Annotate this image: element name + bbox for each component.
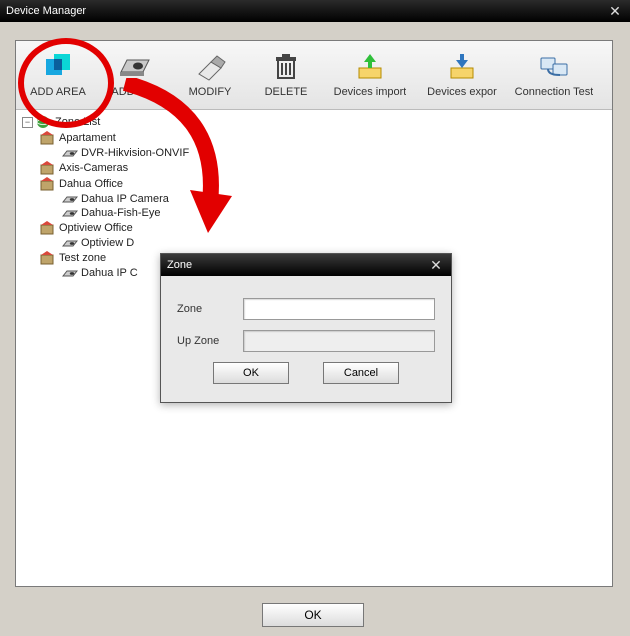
modify-label: MODIFY — [189, 86, 232, 98]
tree-zone-label: Apartament — [59, 132, 116, 144]
devices-import-button[interactable]: Devices import — [324, 43, 416, 107]
device-manager-window: Device Manager ✕ ADD AREA ADD D… — [0, 0, 630, 636]
tree-root[interactable]: − Zone List — [22, 114, 606, 130]
titlebar: Device Manager ✕ — [0, 0, 630, 22]
cancel-button[interactable]: Cancel — [323, 362, 399, 384]
connection-test-button[interactable]: Connection Test — [508, 43, 600, 107]
add-area-button[interactable]: ADD AREA — [20, 43, 96, 107]
zone-icon — [40, 251, 56, 265]
collapse-icon[interactable]: − — [22, 117, 33, 128]
upzone-label: Up Zone — [177, 335, 243, 347]
camera-icon — [62, 267, 78, 279]
modify-button[interactable]: MODIFY — [172, 43, 248, 107]
ok-button[interactable]: OK — [213, 362, 289, 384]
camera-icon — [62, 237, 78, 249]
add-device-button[interactable]: ADD D… — [96, 43, 172, 107]
globe-icon — [36, 115, 52, 129]
zone-icon — [40, 161, 56, 175]
zone-dialog-titlebar: Zone ✕ — [161, 254, 451, 276]
tree-device-label: Dahua IP C — [81, 267, 138, 279]
add-device-icon — [117, 52, 151, 82]
tree-zone[interactable]: Axis-Cameras — [22, 160, 606, 176]
toolbar: ADD AREA ADD D… MODIFY — [16, 41, 612, 110]
zone-dialog-body: Zone Up Zone OK Cancel — [161, 276, 451, 402]
upzone-input[interactable] — [243, 330, 435, 352]
connection-test-label: Connection Test — [515, 86, 594, 98]
devices-import-label: Devices import — [334, 86, 407, 98]
close-icon[interactable]: ✕ — [427, 256, 445, 274]
eraser-icon — [193, 52, 227, 82]
delete-button[interactable]: DELETE — [248, 43, 324, 107]
add-device-label: ADD D… — [111, 86, 156, 98]
tree-device[interactable]: DVR-Hikvision-ONVIF — [22, 146, 606, 160]
window-ok-button[interactable]: OK — [262, 603, 364, 627]
tree-device[interactable]: Dahua IP Camera — [22, 192, 606, 206]
tree-zone[interactable]: Apartament — [22, 130, 606, 146]
zone-dialog: Zone ✕ Zone Up Zone OK Cancel — [160, 253, 452, 403]
tree-zone-label: Optiview Office — [59, 222, 133, 234]
delete-label: DELETE — [265, 86, 308, 98]
tree-zone[interactable]: Dahua Office — [22, 176, 606, 192]
camera-icon — [62, 147, 78, 159]
zone-icon — [40, 177, 56, 191]
tree-root-label: Zone List — [55, 116, 100, 128]
tree-device-label: Dahua-Fish-Eye — [81, 207, 160, 219]
devices-export-label: Devices expor — [427, 86, 497, 98]
devices-export-button[interactable]: Devices expor — [416, 43, 508, 107]
tree-zone-label: Dahua Office — [59, 178, 123, 190]
zone-dialog-title: Zone — [167, 259, 192, 271]
camera-icon — [62, 207, 78, 219]
export-icon — [445, 52, 479, 82]
zone-icon — [40, 131, 56, 145]
add-area-icon — [41, 52, 75, 82]
trash-icon — [269, 52, 303, 82]
close-icon[interactable]: ✕ — [606, 2, 624, 20]
zone-label: Zone — [177, 303, 243, 315]
tree-device-label: Optiview D — [81, 237, 134, 249]
window-title: Device Manager — [6, 5, 86, 17]
connection-test-icon — [537, 52, 571, 82]
tree-device-label: Dahua IP Camera — [81, 193, 169, 205]
tree-device[interactable]: Dahua-Fish-Eye — [22, 206, 606, 220]
tree-zone-label: Axis-Cameras — [59, 162, 128, 174]
tree-zone-label: Test zone — [59, 252, 106, 264]
tree-device-label: DVR-Hikvision-ONVIF — [81, 147, 189, 159]
zone-icon — [40, 221, 56, 235]
tree-zone[interactable]: Optiview Office — [22, 220, 606, 236]
zone-input[interactable] — [243, 298, 435, 320]
add-area-label: ADD AREA — [30, 86, 86, 98]
tree-device[interactable]: Optiview D — [22, 236, 606, 250]
import-icon — [353, 52, 387, 82]
camera-icon — [62, 193, 78, 205]
